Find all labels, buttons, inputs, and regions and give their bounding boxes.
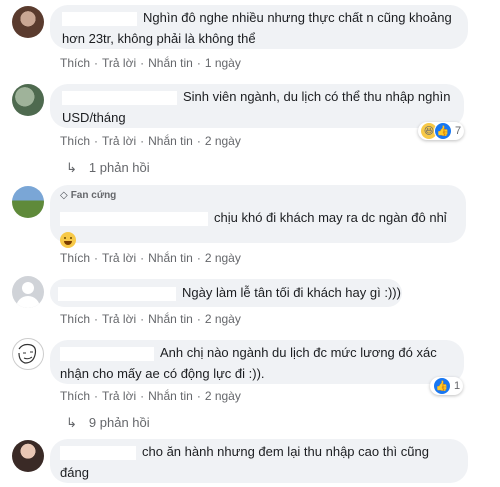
like-reaction-icon: 👍 (434, 122, 452, 140)
like-link[interactable]: Thích (60, 56, 90, 70)
commenter-name[interactable] (58, 286, 176, 301)
comment-bubble: Nghìn đô nghe nhiều nhưng thực chất n cũ… (50, 5, 468, 49)
comment-bubble: Sinh viên ngành, du lịch có thể thu nhập… (50, 84, 464, 128)
comment-bubble: Ngày làm lễ tân tối đi khách hay gì :))) (50, 279, 402, 307)
like-link[interactable]: Thích (60, 389, 90, 403)
reaction-summary[interactable]: 👍 1 (430, 377, 464, 395)
message-link[interactable]: Nhắn tin (148, 312, 193, 326)
comment-text: hơn 23tr, không phải là không thể (62, 31, 256, 46)
comment-actions: Thích · Trả lời · Nhắn tin · 2 ngày (60, 312, 241, 326)
message-link[interactable]: Nhắn tin (148, 389, 193, 403)
timestamp[interactable]: 2 ngày (205, 312, 241, 326)
reply-link[interactable]: Trả lời (102, 134, 136, 148)
comment-text: USD/tháng (62, 110, 126, 125)
comment-actions: Thích · Trả lời · Nhắn tin · 1 ngày (60, 56, 241, 70)
reply-link[interactable]: Trả lời (102, 389, 136, 403)
gem-badge-icon: ◇ (60, 190, 68, 201)
timestamp[interactable]: 2 ngày (205, 134, 241, 148)
comment-text: đáng (60, 465, 89, 480)
comment-actions: Thích · Trả lời · Nhắn tin · 2 ngày (60, 134, 241, 148)
avatar[interactable] (12, 186, 44, 218)
reaction-count: 7 (455, 125, 462, 137)
view-replies-link[interactable]: ↳ 1 phản hồi (66, 160, 150, 176)
comment-text: Ngày làm lễ tân tối đi khách hay gì :))) (182, 285, 401, 300)
timestamp[interactable]: 2 ngày (205, 251, 241, 265)
reply-arrow-icon: ↳ (66, 160, 77, 175)
avatar[interactable] (12, 276, 44, 308)
timestamp[interactable]: 2 ngày (205, 389, 241, 403)
like-link[interactable]: Thích (60, 251, 90, 265)
reaction-count: 1 (454, 380, 461, 392)
commenter-name[interactable] (62, 11, 137, 26)
comment-actions: Thích · Trả lời · Nhắn tin · 2 ngày (60, 389, 241, 403)
avatar[interactable] (12, 6, 44, 38)
replies-count: 9 phản hồi (88, 415, 150, 430)
like-link[interactable]: Thích (60, 134, 90, 148)
comment-text: chịu khó đi khách may ra dc ngàn đô nhỉ (214, 210, 447, 225)
timestamp[interactable]: 1 ngày (205, 56, 241, 70)
comment-text: cho ăn hành nhưng đem lại thu nhập cao t… (142, 444, 429, 459)
avatar[interactable] (12, 338, 44, 370)
comment-actions: Thích · Trả lời · Nhắn tin · 2 ngày (60, 251, 241, 265)
avatar[interactable] (12, 440, 44, 472)
reply-arrow-icon: ↳ (66, 415, 77, 430)
message-link[interactable]: Nhắn tin (148, 134, 193, 148)
view-replies-link[interactable]: ↳ 9 phản hồi (66, 415, 150, 431)
comment-bubble: cho ăn hành nhưng đem lại thu nhập cao t… (50, 439, 468, 483)
reply-link[interactable]: Trả lời (102, 56, 136, 70)
grinning-emoji-icon (60, 231, 76, 248)
like-reaction-icon: 👍 (433, 377, 451, 395)
fan-badge: ◇ Fan cứng (60, 190, 117, 201)
commenter-name[interactable] (62, 90, 177, 105)
reply-link[interactable]: Trả lời (102, 251, 136, 265)
reaction-summary[interactable]: 😆 👍 7 (418, 122, 465, 140)
avatar[interactable] (12, 84, 44, 116)
comment-text: Nghìn đô nghe nhiều nhưng thực chất n cũ… (143, 10, 452, 25)
like-link[interactable]: Thích (60, 312, 90, 326)
comment-bubble: Anh chị nào ngành du lịch đc mức lương đ… (50, 340, 464, 384)
comment-text: Anh chị nào ngành du lịch đc mức lương đ… (160, 345, 437, 360)
commenter-name[interactable] (60, 445, 136, 460)
comment-text: Sinh viên ngành, du lịch có thể thu nhập… (183, 89, 451, 104)
message-link[interactable]: Nhắn tin (148, 251, 193, 265)
replies-count: 1 phản hồi (88, 160, 150, 175)
commenter-name[interactable] (60, 211, 208, 226)
commenter-name[interactable] (60, 346, 154, 361)
message-link[interactable]: Nhắn tin (148, 56, 193, 70)
reply-link[interactable]: Trả lời (102, 312, 136, 326)
comment-text: nhận cho mấy ae có động lực đi :)). (60, 366, 265, 381)
